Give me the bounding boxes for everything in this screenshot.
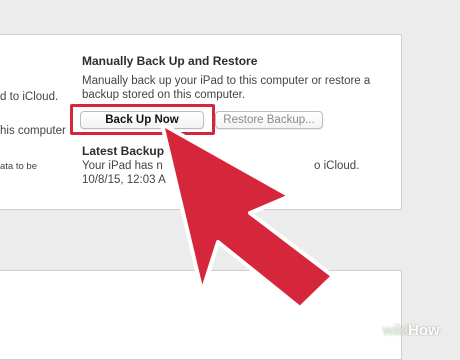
watermark-wiki: wiki [383, 322, 408, 339]
pointer-arrow-icon [160, 122, 335, 310]
watermark-how: How [408, 322, 440, 339]
wikihow-watermark: wikiHow [383, 322, 440, 339]
